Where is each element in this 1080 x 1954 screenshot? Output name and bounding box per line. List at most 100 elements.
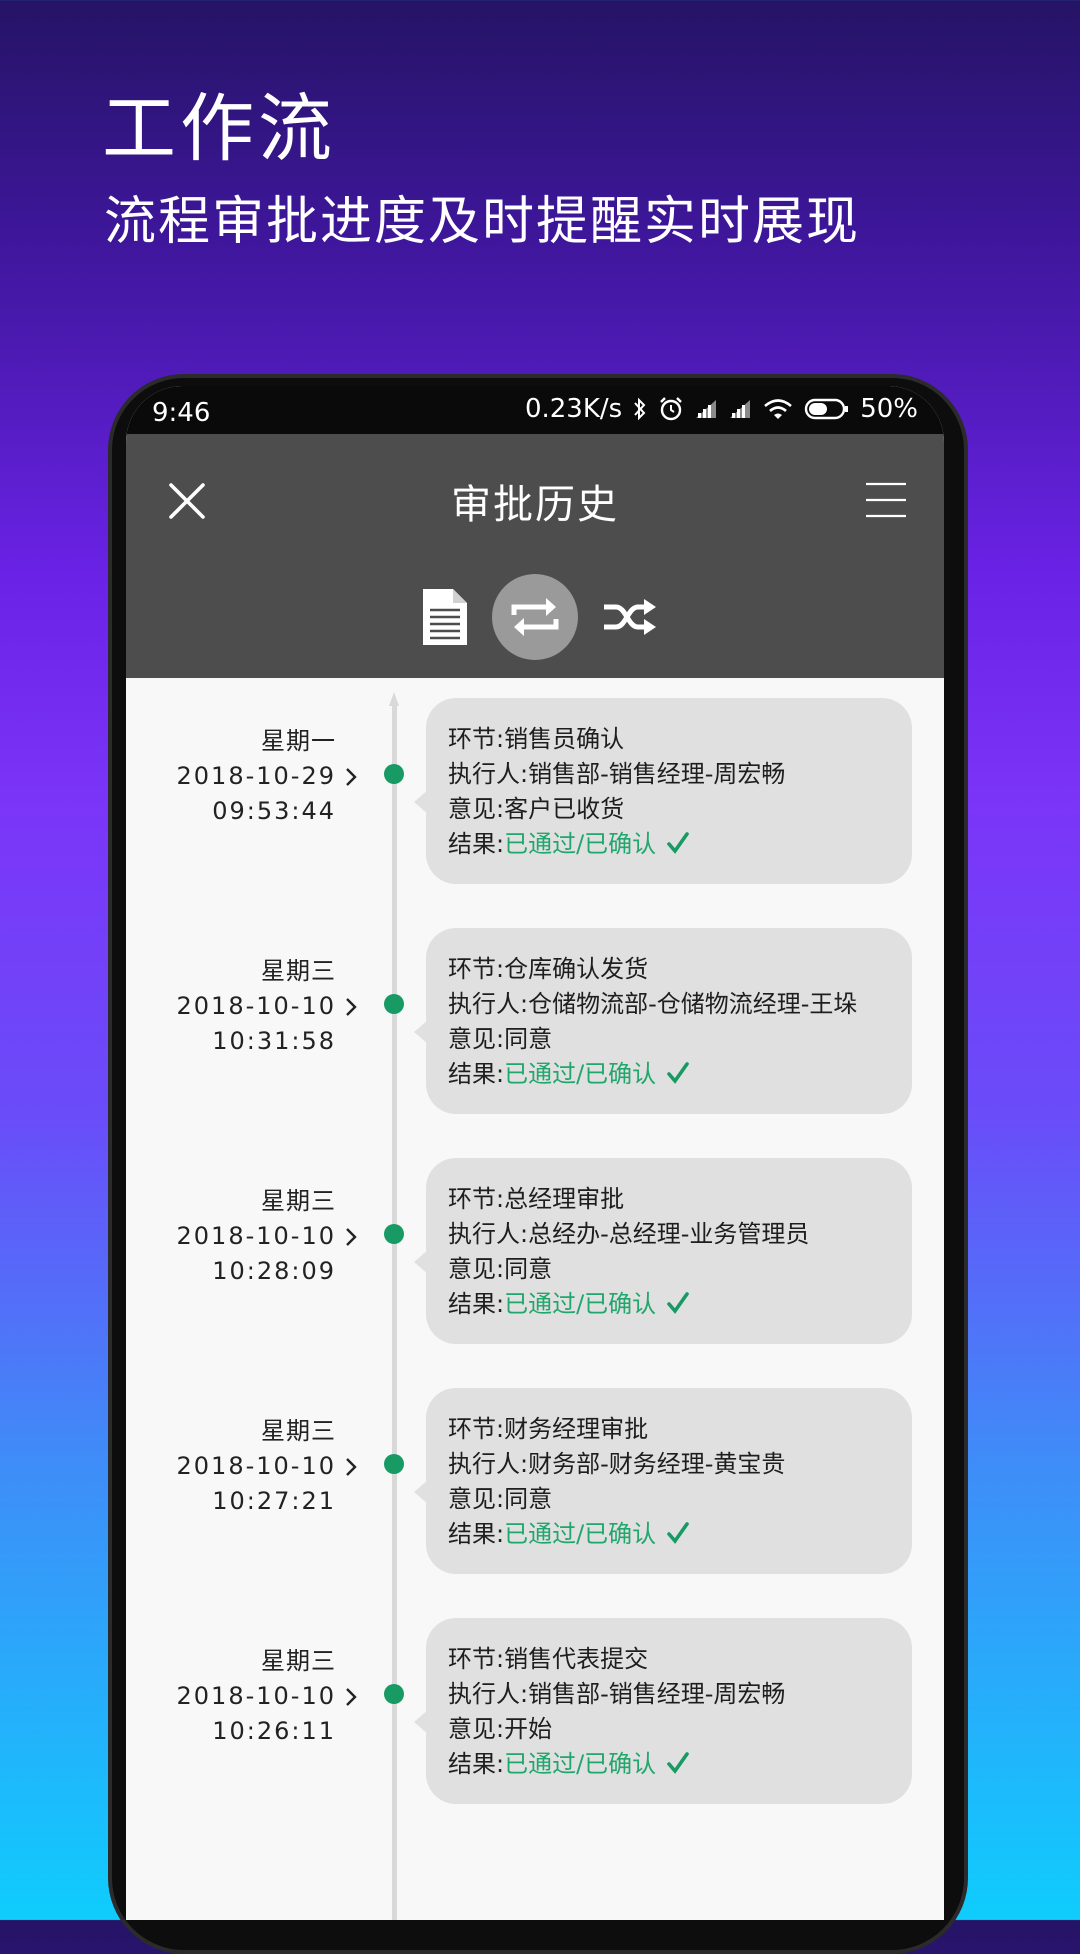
entry-step: 环节:财务经理审批	[448, 1415, 649, 1443]
timeline-dot	[384, 994, 404, 1014]
repeat-icon	[511, 598, 559, 636]
page-title: 审批历史	[451, 482, 619, 528]
status-bar: 9:46 0.23K/s 50%	[126, 386, 944, 434]
check-icon	[667, 1752, 689, 1774]
entry-date: 星期三 2018-10-10 10:31:58	[126, 954, 336, 1059]
entry-date: 星期三 2018-10-10 10:27:21	[126, 1414, 336, 1519]
card-pointer	[414, 1250, 428, 1274]
entry-opinion: 意见:同意	[448, 1255, 553, 1283]
entry-weekday: 星期三	[261, 1647, 336, 1675]
entry-step: 环节:销售员确认	[448, 725, 625, 753]
entry-time: 10:28:09	[212, 1257, 336, 1285]
card-pointer	[414, 1020, 428, 1044]
card-pointer	[414, 1710, 428, 1734]
entry-card: 环节:财务经理审批 执行人:财务部-财务经理-黄宝贵 意见:同意 结果:已通过/…	[414, 1388, 912, 1574]
timeline-dot	[384, 1224, 404, 1244]
wifi-icon	[762, 397, 794, 421]
entry-step: 环节:总经理审批	[448, 1185, 625, 1213]
entry-date-text: 2018-10-29	[176, 762, 336, 790]
result-value: 已通过/已确认	[504, 1520, 657, 1548]
result-value: 已通过/已确认	[504, 1290, 657, 1318]
chevron-right-icon	[346, 768, 357, 786]
entry-opinion: 意见:同意	[448, 1485, 553, 1513]
entry-executor: 执行人:仓储物流部-仓储物流经理-王垛	[448, 990, 858, 1018]
entry-executor: 执行人:财务部-财务经理-黄宝贵	[448, 1450, 786, 1478]
timeline-entry[interactable]: 星期三 2018-10-10 10:31:58 环节:仓库确认发货 执行人:仓储…	[126, 908, 944, 1114]
timeline-entry[interactable]: 星期三 2018-10-10 10:26:11 环节:销售代表提交 执行人:销售…	[126, 1598, 944, 1804]
entry-weekday: 星期三	[261, 957, 336, 985]
shuffle-icon	[604, 599, 656, 635]
tab-document[interactable]	[402, 574, 488, 660]
timeline-entry[interactable]: 星期三 2018-10-10 10:27:21 环节:财务经理审批 执行人:财务…	[126, 1368, 944, 1574]
card-pointer	[414, 1480, 428, 1504]
entry-opinion: 意见:客户已收货	[448, 795, 625, 823]
entry-card: 环节:仓库确认发货 执行人:仓储物流部-仓储物流经理-王垛 意见:同意 结果:已…	[414, 928, 912, 1114]
result-label: 结果:	[448, 1750, 505, 1778]
battery-icon	[804, 397, 850, 421]
check-icon	[667, 1522, 689, 1544]
view-tabs	[126, 574, 944, 664]
status-time: 9:46	[152, 398, 211, 428]
entry-step: 环节:仓库确认发货	[448, 955, 649, 983]
result-value: 已通过/已确认	[504, 1750, 657, 1778]
entry-weekday: 星期三	[261, 1187, 336, 1215]
entry-time: 09:53:44	[212, 797, 336, 825]
entry-card: 环节:总经理审批 执行人:总经办-总经理-业务管理员 意见:同意 结果:已通过/…	[414, 1158, 912, 1344]
check-icon	[667, 832, 689, 854]
timeline-dot	[384, 764, 404, 784]
entry-date: 星期三 2018-10-10 10:28:09	[126, 1184, 336, 1289]
status-icons: 0.23K/s 50%	[525, 394, 918, 424]
chevron-right-icon	[346, 998, 357, 1016]
entry-date: 星期一 2018-10-29 09:53:44	[126, 724, 336, 829]
result-label: 结果:	[448, 1060, 505, 1088]
document-icon	[423, 589, 467, 645]
entry-result: 结果:已通过/已确认	[448, 1057, 912, 1092]
signal-icon	[728, 398, 752, 420]
entry-time: 10:31:58	[212, 1027, 336, 1055]
network-speed: 0.23K/s	[524, 394, 623, 424]
timeline-entry[interactable]: 星期三 2018-10-10 10:28:09 环节:总经理审批 执行人:总经办…	[126, 1138, 944, 1344]
entry-date-text: 2018-10-10	[176, 1452, 336, 1480]
promo-headline: 工作流	[102, 86, 336, 172]
tab-shuffle[interactable]	[588, 574, 674, 660]
menu-button[interactable]	[862, 476, 910, 524]
result-label: 结果:	[448, 830, 505, 858]
chevron-right-icon	[346, 1228, 357, 1246]
alarm-icon	[658, 396, 684, 422]
timeline-entry[interactable]: 星期一 2018-10-29 09:53:44 环节:销售员确认 执行人:销售部…	[126, 678, 944, 884]
check-icon	[667, 1062, 689, 1084]
entry-result: 结果:已通过/已确认	[448, 1517, 912, 1552]
entry-result: 结果:已通过/已确认	[448, 1747, 912, 1782]
entry-opinion: 意见:开始	[448, 1715, 553, 1743]
result-label: 结果:	[448, 1520, 505, 1548]
entry-date: 星期三 2018-10-10 10:26:11	[126, 1644, 336, 1749]
bluetooth-icon	[632, 396, 648, 422]
entry-time: 10:27:21	[212, 1487, 336, 1515]
entry-executor: 执行人:销售部-销售经理-周宏畅	[448, 1680, 786, 1708]
chevron-right-icon	[346, 1458, 357, 1476]
entry-step: 环节:销售代表提交	[448, 1645, 649, 1673]
entry-weekday: 星期三	[261, 1417, 336, 1445]
timeline-dot	[384, 1684, 404, 1704]
entry-executor: 执行人:销售部-销售经理-周宏畅	[448, 760, 786, 788]
chevron-right-icon	[346, 1688, 357, 1706]
promo-subline: 流程审批进度及时提醒实时展现	[104, 192, 861, 252]
entry-date-text: 2018-10-10	[176, 1222, 336, 1250]
entry-card: 环节:销售代表提交 执行人:销售部-销售经理-周宏畅 意见:开始 结果:已通过/…	[414, 1618, 912, 1804]
tab-repeat[interactable]	[492, 574, 578, 660]
signal-icon	[694, 398, 718, 420]
phone-screen: 9:46 0.23K/s 50% 审批历史 星期一 2018-10-29 09:…	[126, 386, 944, 1920]
battery-level: 50%	[860, 394, 918, 424]
entry-opinion: 意见:同意	[448, 1025, 553, 1053]
approval-timeline: 星期一 2018-10-29 09:53:44 环节:销售员确认 执行人:销售部…	[126, 678, 944, 1920]
timeline-dot	[384, 1454, 404, 1474]
entry-result: 结果:已通过/已确认	[448, 827, 912, 862]
menu-icon	[866, 482, 906, 518]
result-value: 已通过/已确认	[504, 1060, 657, 1088]
entry-weekday: 星期一	[261, 727, 336, 755]
entry-date-text: 2018-10-10	[176, 992, 336, 1020]
entry-time: 10:26:11	[212, 1717, 336, 1745]
entry-result: 结果:已通过/已确认	[448, 1287, 912, 1322]
entry-date-text: 2018-10-10	[176, 1682, 336, 1710]
result-value: 已通过/已确认	[504, 830, 657, 858]
